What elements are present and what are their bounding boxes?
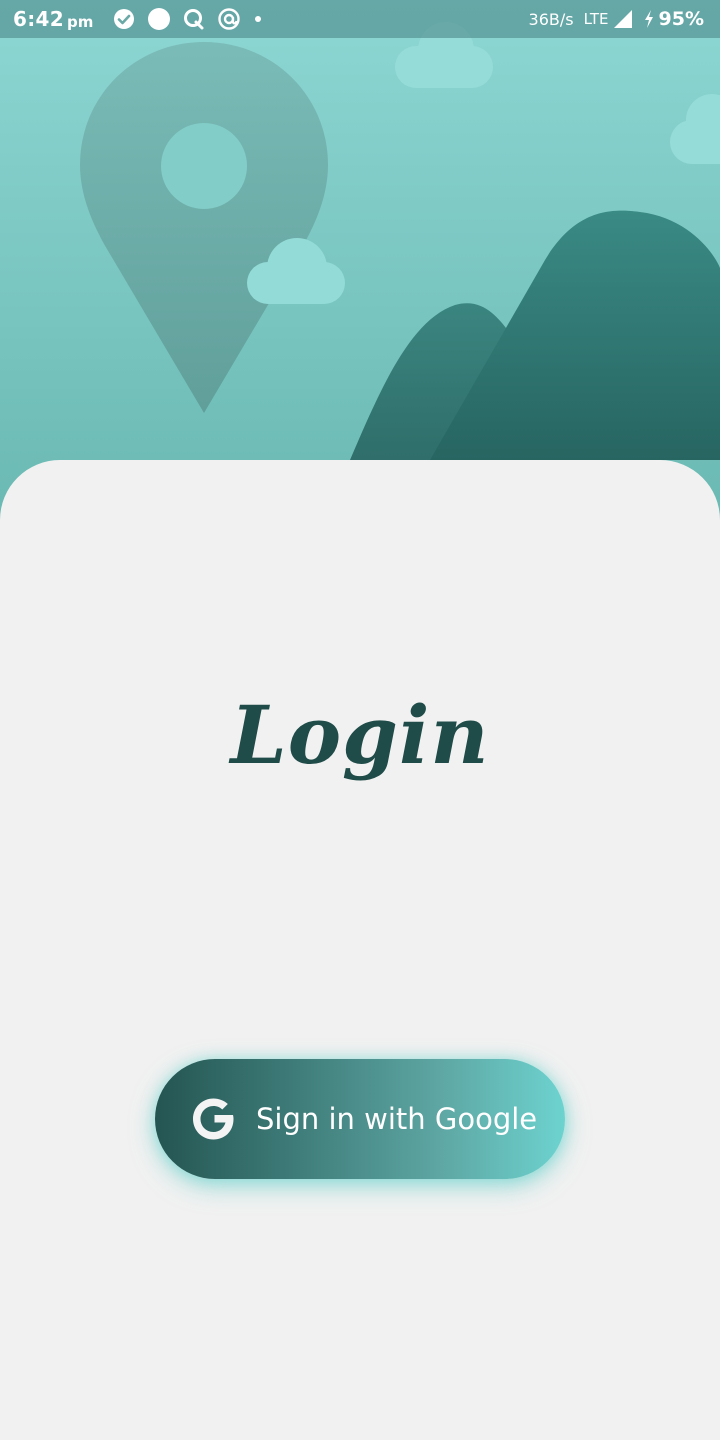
- status-bar: 6:42 pm 36B/s LTE 95%: [0, 0, 720, 38]
- google-icon: [186, 1091, 242, 1147]
- notification-icons: [113, 7, 275, 31]
- status-right: 36B/s LTE 95%: [529, 0, 704, 38]
- circle-icon: [147, 7, 171, 31]
- login-screen: 6:42 pm 36B/s LTE 95% Login Sign in with…: [0, 0, 720, 1440]
- status-left: 6:42 pm: [13, 0, 275, 38]
- check-circle-icon: [113, 8, 135, 30]
- dot-icon: [253, 14, 263, 24]
- google-sign-in-label: Sign in with Google: [256, 1102, 538, 1136]
- status-time: 6:42: [13, 7, 64, 31]
- google-sign-in-button[interactable]: Sign in with Google: [155, 1059, 565, 1179]
- status-ampm: pm: [66, 12, 94, 31]
- at-sign-icon: [217, 7, 241, 31]
- q-app-icon: [183, 7, 205, 31]
- battery-percent: 95%: [658, 8, 704, 30]
- login-card: [0, 460, 720, 1440]
- signal-icon: [613, 9, 633, 29]
- charging-icon: [643, 9, 655, 29]
- cloud-right-icon: [670, 94, 720, 164]
- page-title: Login: [230, 688, 490, 782]
- network-speed: 36B/s: [528, 9, 574, 29]
- landscape-illustration: [80, 22, 720, 460]
- map-pin-icon: [80, 42, 328, 413]
- network-type: LTE: [583, 10, 609, 28]
- hero-illustration: [0, 0, 720, 520]
